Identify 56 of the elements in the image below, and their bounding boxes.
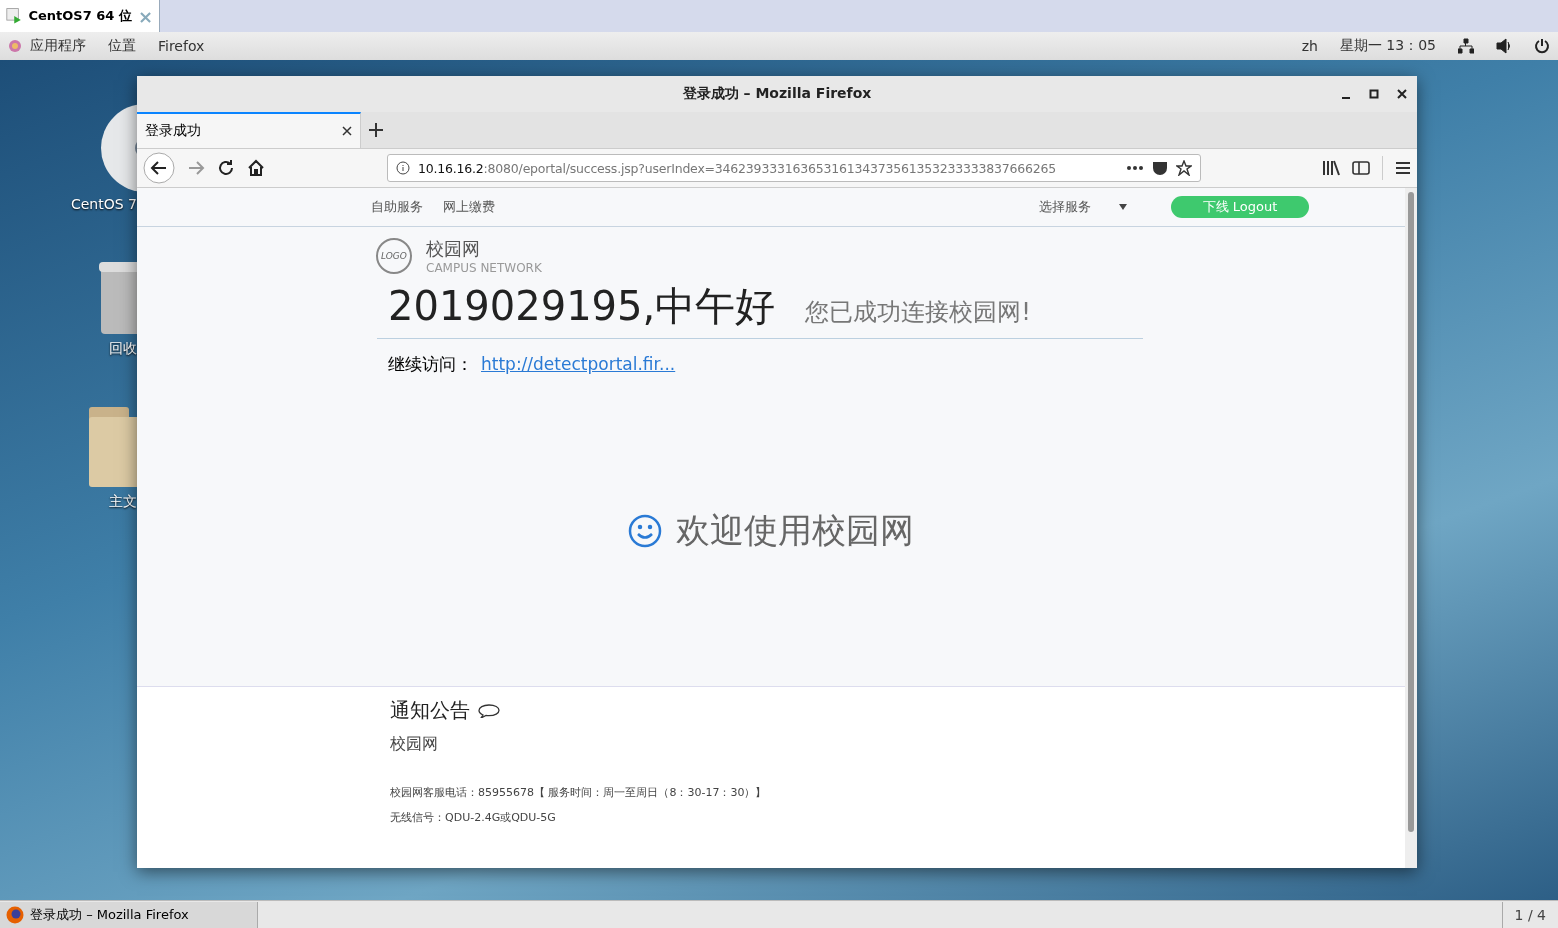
info-icon <box>396 161 410 175</box>
library-icon[interactable] <box>1322 160 1340 176</box>
caret-icon <box>1119 204 1127 210</box>
status-message: 您已成功连接校园网! <box>805 297 1031 328</box>
welcome-message: 欢迎使用校园网 <box>676 509 914 552</box>
footer-text: 校园网客服电话：85955678【 服务时间：周一至周日（8：30-17：30）】 <box>390 785 768 800</box>
nav-link[interactable]: 自助服务 <box>371 198 423 216</box>
network-icon[interactable] <box>1458 38 1474 54</box>
speech-bubble-icon <box>478 703 500 718</box>
footer-text: 无线信号：QDU-2.4G或QDU-5G <box>390 810 557 825</box>
new-tab-icon[interactable] <box>369 123 383 137</box>
icon-label[interactable]: 回收 <box>109 340 137 358</box>
menu-item[interactable]: 应用程序 <box>30 37 86 55</box>
logo: LOGO <box>376 238 412 274</box>
icon-label[interactable]: CentOS 7 <box>71 196 137 212</box>
sidebar-icon[interactable] <box>1352 160 1370 176</box>
reload-icon[interactable] <box>217 159 235 177</box>
notice-title: 通知公告 <box>390 697 470 724</box>
maximize-icon[interactable] <box>1369 89 1379 99</box>
window-icon <box>6 6 23 26</box>
workspace-switcher[interactable]: 1 / 4 <box>1501 901 1558 928</box>
nav-link[interactable]: 网上缴费 <box>443 198 495 216</box>
input-method: zh <box>1301 38 1318 54</box>
clock: 星期一 13：05 <box>1339 37 1436 55</box>
greeting: 2019029195,中午好 <box>388 282 776 331</box>
close-icon: × <box>137 5 153 27</box>
smiley-icon <box>628 514 662 548</box>
notice-text: 校园网 <box>390 734 439 755</box>
window-title: 登录成功 – Mozilla Firefox <box>682 85 872 103</box>
icon-label[interactable]: 主文 <box>109 493 137 511</box>
pocket-icon[interactable] <box>1152 160 1168 176</box>
firefox-icon <box>6 905 24 924</box>
scrollbar-thumb[interactable] <box>1408 192 1414 832</box>
more-icon[interactable] <box>1126 165 1144 171</box>
continue-label: 继续访问： <box>388 353 473 376</box>
folder-icon <box>87 405 137 489</box>
continue-link[interactable]: http://detectportal.fir... <box>481 354 676 374</box>
url-field[interactable]: 10.16.16.2:8080/eportal/success.jsp?userIndex=34623933316365316134373561353233333837666265 <box>387 154 1201 182</box>
vm-tab[interactable]: CentOS7 64 位 × <box>0 0 160 32</box>
volume-icon[interactable] <box>1496 38 1512 54</box>
power-icon[interactable] <box>1534 38 1550 54</box>
brand-name: 校园网 <box>426 237 481 261</box>
trash-icon <box>97 260 137 336</box>
close-icon[interactable] <box>342 126 352 136</box>
close-icon[interactable] <box>1397 89 1407 99</box>
menu-icon[interactable] <box>1395 161 1411 175</box>
menu-item[interactable]: Firefox <box>158 38 205 54</box>
menu-item[interactable]: 位置 <box>108 37 136 55</box>
home-icon[interactable] <box>247 159 265 177</box>
brand-subtitle: CAMPUS NETWORK <box>426 261 542 275</box>
star-icon[interactable] <box>1176 160 1192 176</box>
service-dropdown[interactable]: 选择服务 <box>1039 198 1091 216</box>
forward-icon[interactable] <box>187 159 205 177</box>
back-icon[interactable] <box>143 152 175 184</box>
browser-tab[interactable]: 登录成功 <box>137 112 361 148</box>
taskbar-item[interactable]: 登录成功 – Mozilla Firefox <box>0 901 258 928</box>
